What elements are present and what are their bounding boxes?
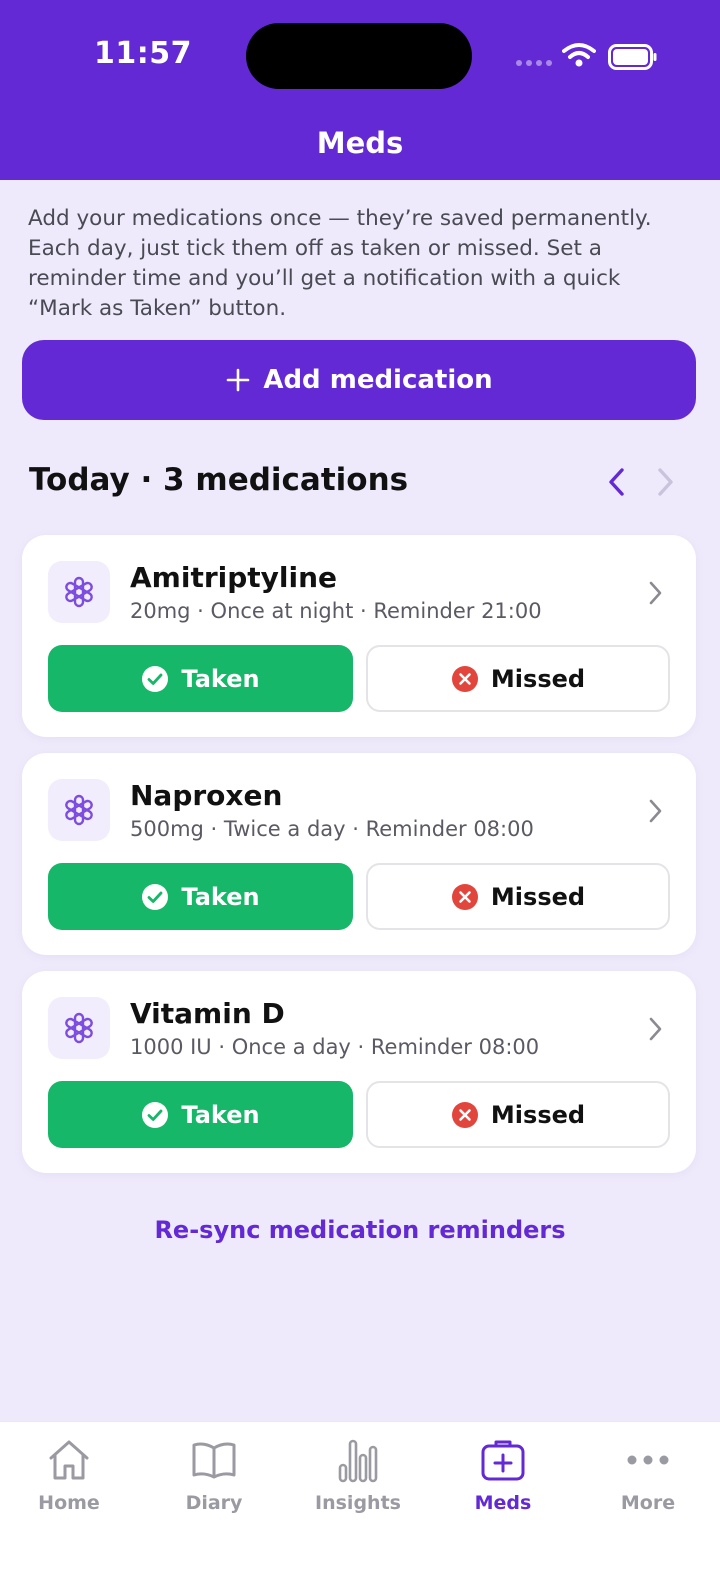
add-medication-button[interactable]: Add medication [22,340,696,420]
asterisk-pill-icon [65,794,93,826]
plus-icon [227,368,250,392]
dynamic-island [246,23,472,89]
status-time: 11:57 [94,36,192,71]
medication-name: Naproxen [130,779,283,812]
tab-label: Insights [315,1492,401,1514]
chevron-right-icon[interactable] [646,797,664,825]
medication-icon [48,997,110,1059]
home-icon [49,1440,89,1480]
next-day-chevron-icon[interactable] [652,466,678,498]
tab-label: Home [38,1492,100,1514]
cellular-signal-icon [516,60,552,66]
tab-home[interactable]: Home [0,1434,141,1514]
medication-detail: 20mg · Once at night · Reminder 21:00 [130,599,542,623]
missed-label: Missed [490,664,586,693]
check-circle-icon [142,883,169,910]
medication-icon [48,561,110,623]
tab-diary[interactable]: Diary [142,1434,286,1514]
chevron-right-icon[interactable] [646,1015,664,1043]
medication-detail: 500mg · Twice a day · Reminder 08:00 [130,817,534,841]
asterisk-pill-icon [65,1012,93,1044]
taken-label: Taken [181,882,260,911]
taken-button[interactable]: Taken [48,1081,353,1148]
missed-button[interactable]: Missed [366,1081,670,1148]
add-medication-label: Add medication [263,365,493,395]
battery-icon [608,44,657,70]
medication-card: Naproxen 500mg · Twice a day · Reminder … [22,753,696,955]
missed-button[interactable]: Missed [366,863,670,930]
tab-bar: Home Diary Insights Meds More [0,1421,720,1573]
asterisk-pill-icon [65,576,93,608]
taken-button[interactable]: Taken [48,645,353,712]
x-circle-icon [451,1101,478,1128]
more-dots-icon [627,1455,669,1465]
missed-button[interactable]: Missed [366,645,670,712]
medication-card: Amitriptyline 20mg · Once at night · Rem… [22,535,696,737]
medication-icon [48,779,110,841]
medication-name: Amitriptyline [130,561,338,594]
page-title: Meds [316,126,404,160]
check-circle-icon [142,665,169,692]
bar-chart-icon [338,1439,378,1483]
missed-label: Missed [490,882,586,911]
app-header: 11:57 Meds [0,0,720,180]
section-title: Today · 3 medications [29,462,409,498]
intro-text: Add your medications once — they’re save… [28,206,652,321]
medication-name: Vitamin D [130,997,285,1030]
check-circle-icon [142,1101,169,1128]
taken-label: Taken [181,664,260,693]
chevron-right-icon[interactable] [646,579,664,607]
tab-meds[interactable]: Meds [431,1434,575,1514]
medical-kit-icon [481,1440,525,1481]
x-circle-icon [451,665,478,692]
medication-detail: 1000 IU · Once a day · Reminder 08:00 [130,1035,540,1059]
wifi-icon [562,43,596,67]
tab-label: Diary [185,1492,243,1514]
medication-card: Vitamin D 1000 IU · Once a day · Reminde… [22,971,696,1173]
tab-label: More [620,1492,676,1514]
book-icon [192,1442,236,1479]
tab-insights[interactable]: Insights [286,1434,430,1514]
tab-label: Meds [474,1492,532,1514]
taken-button[interactable]: Taken [48,863,353,930]
previous-day-chevron-icon[interactable] [604,466,630,498]
x-circle-icon [451,883,478,910]
missed-label: Missed [490,1100,586,1129]
tab-more[interactable]: More [576,1434,720,1514]
resync-reminders-link[interactable]: Re-sync medication reminders [0,1216,720,1244]
taken-label: Taken [181,1100,260,1129]
